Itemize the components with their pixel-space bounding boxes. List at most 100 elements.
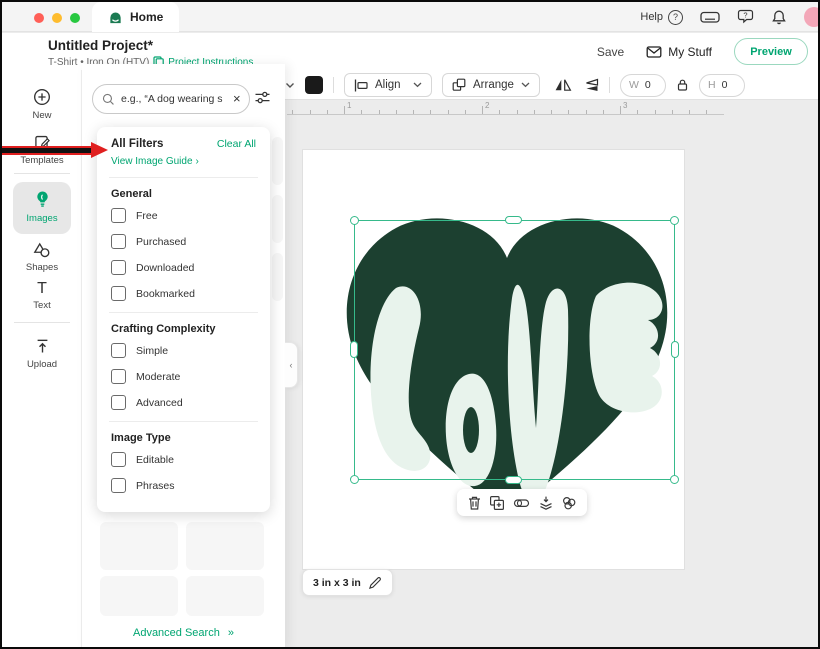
my-stuff-button[interactable]: My Stuff [646,45,712,59]
checkbox[interactable] [111,286,126,301]
double-chevron-right-icon: » [228,627,234,639]
sidebar-item-text[interactable]: T Text [2,282,82,311]
flatten-icon[interactable] [538,495,554,511]
filter-option-editable[interactable]: Editable [111,452,256,467]
hidden-dropdown-chevron-icon[interactable] [285,82,295,89]
checkbox[interactable] [111,343,126,358]
selection-handle-right[interactable] [671,341,679,358]
view-image-guide-link[interactable]: View Image Guide › [111,156,256,167]
color-swatch[interactable] [305,76,323,94]
flip-horizontal-icon[interactable] [554,78,572,92]
ruler-tick [517,110,518,114]
checkbox[interactable] [111,478,126,493]
filter-option-downloaded[interactable]: Downloaded [111,260,256,275]
sidebar-item-label: Upload [27,359,57,370]
feedback-chat-icon[interactable]: ? [737,9,754,25]
filter-option-label: Bookmarked [136,288,195,300]
close-window-button[interactable] [34,13,44,23]
minimize-window-button[interactable] [52,13,62,23]
annotation-arrow-shaft [2,146,91,155]
sidebar-item-images[interactable]: Images [2,190,82,224]
image-tile-placeholder [186,522,264,570]
hide-icon[interactable] [513,497,530,509]
machine-icon[interactable] [700,11,720,24]
filter-option-phrases[interactable]: Phrases [111,478,256,493]
ruler-tick [637,110,638,114]
checkbox[interactable] [111,369,126,384]
arrange-icon [452,78,466,92]
arrange-dropdown[interactable]: Arrange [442,73,540,97]
checkbox[interactable] [111,260,126,275]
image-tile-placeholder [100,522,178,570]
chevron-right-icon: › [196,156,199,167]
delete-icon[interactable] [467,495,482,511]
sidebar-item-shapes[interactable]: Shapes [2,242,82,273]
chevron-down-icon [413,82,422,88]
clear-search-icon[interactable]: × [233,94,241,104]
sidebar-divider [14,322,70,323]
filter-section-heading: Crafting Complexity [111,323,256,335]
save-button[interactable]: Save [597,45,624,59]
weld-icon[interactable] [561,495,577,511]
height-input[interactable]: H 0 [699,74,745,97]
size-badge[interactable]: 3 in x 3 in [302,569,393,596]
ruler-label: 1 [347,101,351,110]
notifications-bell-icon[interactable] [771,9,787,26]
selection-handle-top-right[interactable] [670,216,679,225]
user-avatar[interactable] [804,7,820,27]
filter-option-simple[interactable]: Simple [111,343,256,358]
search-input[interactable] [121,93,227,105]
filter-option-label: Editable [136,454,174,466]
width-input[interactable]: W 0 [620,74,666,97]
tab-home[interactable]: Home [92,2,179,32]
collapse-panel-button[interactable]: ‹ [285,342,298,388]
sidebar-item-upload[interactable]: Upload [2,338,82,370]
selection-handle-bottom[interactable] [505,476,522,484]
filter-option-label: Purchased [136,236,186,248]
edit-size-pencil-icon[interactable] [368,576,382,590]
filter-option-purchased[interactable]: Purchased [111,234,256,249]
sidebar-item-label: Text [33,300,50,311]
advanced-search-label: Advanced Search [133,627,220,639]
advanced-search-link[interactable]: Advanced Search » [82,627,285,639]
duplicate-icon[interactable] [489,495,505,511]
checkbox[interactable] [111,234,126,249]
image-tile-placeholder [100,576,178,616]
selection-box[interactable] [354,220,675,480]
checkbox[interactable] [111,395,126,410]
checkbox[interactable] [111,452,126,467]
titlebar: Home Canvas Help ? ? [2,2,818,32]
help-menu[interactable]: Help ? [640,10,683,25]
ruler-tick [379,110,380,114]
clear-all-link[interactable]: Clear All [217,138,256,150]
filter-option-label: Phrases [136,480,175,492]
ruler-tick [448,110,449,114]
selection-handle-top[interactable] [505,216,522,224]
flip-vertical-icon[interactable] [582,78,599,92]
selection-handle-left[interactable] [350,341,358,358]
filter-option-label: Advanced [136,397,183,409]
checkbox[interactable] [111,208,126,223]
help-label: Help [640,11,663,23]
filter-option-moderate[interactable]: Moderate [111,369,256,384]
size-badge-label: 3 in x 3 in [313,577,361,589]
chevron-down-icon [521,82,530,88]
align-dropdown[interactable]: Align [344,73,432,97]
ruler: 1 2 3 [287,101,724,115]
ruler-tick [620,106,621,114]
sidebar-item-new[interactable]: New [2,88,82,121]
width-input-label: W [629,79,639,91]
selection-handle-bottom-left[interactable] [350,475,359,484]
filter-option-advanced[interactable]: Advanced [111,395,256,410]
filter-sliders-icon[interactable] [254,90,271,105]
image-search-box[interactable]: × [92,84,250,114]
filter-option-free[interactable]: Free [111,208,256,223]
zoom-window-button[interactable] [70,13,80,23]
selection-handle-bottom-right[interactable] [670,475,679,484]
filter-option-bookmarked[interactable]: Bookmarked [111,286,256,301]
sidebar-item-label: Images [26,213,57,224]
lock-aspect-icon[interactable] [676,78,689,92]
canvas-area[interactable]: 1 2 3 LOVE [285,100,818,649]
preview-button[interactable]: Preview [734,38,808,65]
selection-handle-top-left[interactable] [350,216,359,225]
